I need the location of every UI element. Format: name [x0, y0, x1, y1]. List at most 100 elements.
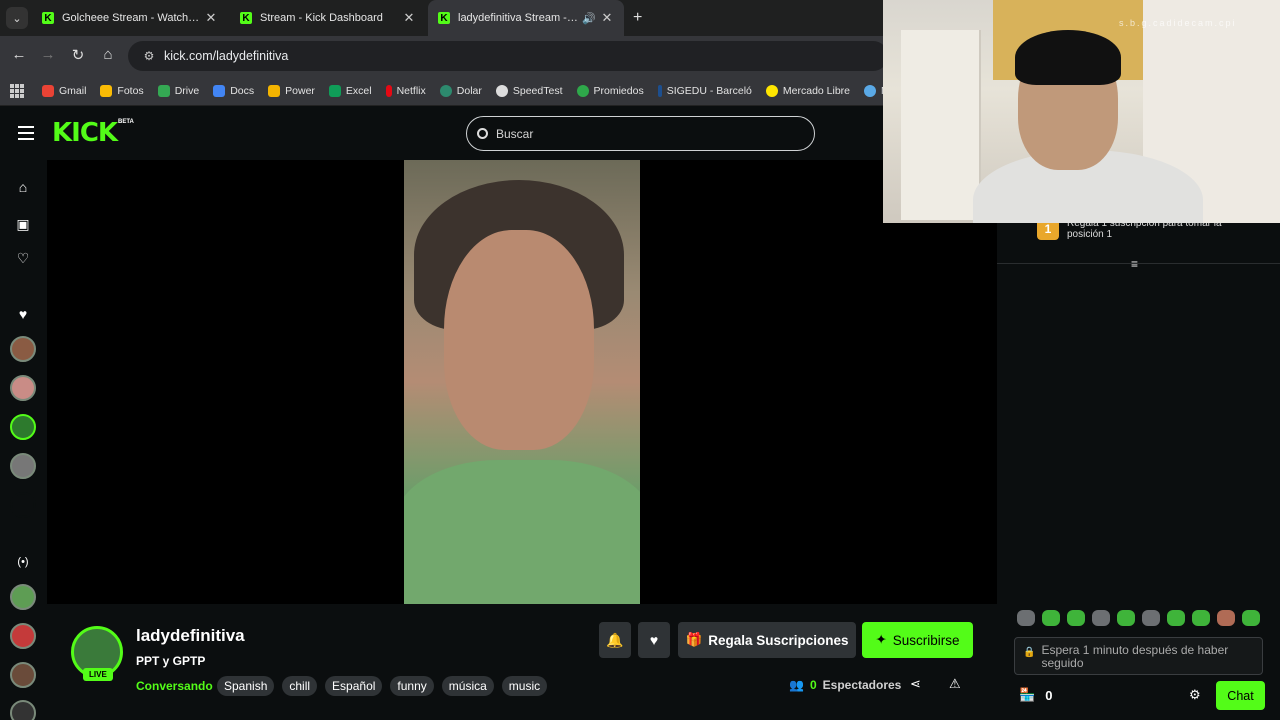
lock-icon: 🔒: [1023, 647, 1036, 658]
live-broadcast-icon[interactable]: (•): [14, 553, 32, 571]
bookmark-fotos[interactable]: Fotos: [100, 84, 144, 97]
close-tab-icon[interactable]: ✕: [600, 10, 614, 26]
bookmark-mercadolibre[interactable]: Mercado Libre: [765, 84, 850, 97]
viewer-count: 👥 0 Espectadores: [789, 678, 901, 692]
emote-icon[interactable]: [1217, 610, 1235, 626]
beta-label: BETA: [118, 119, 134, 125]
speedtest-icon: [495, 84, 508, 97]
bookmark-gmail[interactable]: Gmail: [42, 84, 86, 97]
search-input[interactable]: Buscar: [466, 116, 815, 151]
tag[interactable]: Spanish: [217, 676, 275, 696]
emote-icon[interactable]: [1017, 610, 1035, 626]
webcam-overlay: s.b.g.cadidecam.cpi: [883, 0, 1280, 223]
recommended-channel-avatar[interactable]: [10, 662, 36, 688]
bookmark-drive[interactable]: Drive: [157, 84, 199, 97]
gift-subs-button[interactable]: 🎁 Regala Suscripciones: [678, 622, 856, 658]
new-tab-icon[interactable]: +: [633, 9, 642, 27]
emote-icon[interactable]: [1192, 610, 1210, 626]
browser-tab[interactable]: K Stream - Kick Dashboard ✕: [230, 0, 426, 36]
back-icon[interactable]: ←: [9, 46, 29, 63]
browser-tab[interactable]: K Golcheee Stream - Watch Live on ✕: [32, 0, 228, 36]
channel-name[interactable]: ladydefinitiva: [136, 626, 245, 646]
bookmark-dolar[interactable]: Dolar: [439, 84, 482, 97]
channel-points[interactable]: 🏪 0: [1019, 687, 1052, 703]
dolar-icon: [439, 84, 452, 97]
emote-icon[interactable]: [1067, 610, 1085, 626]
drive-icon: [157, 84, 170, 97]
followed-channel-avatar[interactable]: [10, 414, 36, 440]
send-chat-button[interactable]: Chat: [1216, 681, 1265, 710]
streamer-face: [444, 230, 594, 450]
tag[interactable]: funny: [390, 676, 434, 696]
points-count: 0: [1045, 687, 1053, 703]
home-icon[interactable]: ⌂: [98, 46, 118, 63]
bookmark-excel[interactable]: Excel: [328, 84, 372, 97]
bookmark-power[interactable]: Power: [268, 84, 315, 97]
tag[interactable]: music: [501, 676, 548, 696]
browser-tab-active[interactable]: K ladydefinitiva Stream - Watc 🔊 ✕: [428, 0, 624, 36]
bookmark-netflix[interactable]: Netflix: [385, 84, 426, 97]
recommended-channel-avatar[interactable]: [10, 623, 36, 649]
emote-icon[interactable]: [1092, 610, 1110, 626]
webcam-watermark: s.b.g.cadidecam.cpi: [1119, 18, 1237, 28]
tab-search-menu[interactable]: ⌄: [6, 7, 28, 29]
bookmark-sigedu[interactable]: SIGEDU - Barceló: [657, 84, 752, 97]
viewer-label: Espectadores: [822, 678, 902, 692]
stream-category[interactable]: Conversando: [136, 679, 213, 693]
speaker-icon[interactable]: 🔊: [582, 12, 596, 25]
emote-icon[interactable]: [1042, 610, 1060, 626]
followed-channel-avatar[interactable]: [10, 453, 36, 479]
emote-icon[interactable]: [1167, 610, 1185, 626]
apps-grid-icon[interactable]: [10, 83, 24, 98]
emote-icon[interactable]: [1117, 610, 1135, 626]
store-icon: 🏪: [1019, 687, 1036, 702]
home-icon[interactable]: ⌂: [14, 178, 32, 196]
following-heart-outline-icon[interactable]: ♡: [14, 249, 32, 267]
video-player[interactable]: [47, 160, 997, 604]
emote-icon[interactable]: [1142, 610, 1160, 626]
bookmark-docs[interactable]: Docs: [213, 84, 254, 97]
site-info-icon[interactable]: ⚙: [134, 49, 164, 63]
gift-subs-label: Regala Suscripciones: [708, 632, 849, 648]
following-heart-icon[interactable]: ♥: [14, 305, 32, 323]
mercadolibre-icon: [765, 84, 778, 97]
forward-icon[interactable]: →: [38, 46, 58, 63]
chat-settings-icon[interactable]: ⚙: [1189, 687, 1201, 703]
cabinet: [901, 30, 981, 220]
recommended-channel-avatar[interactable]: [10, 700, 36, 720]
bookmark-speedtest[interactable]: SpeedTest: [495, 84, 563, 97]
followed-channel-avatar[interactable]: [10, 492, 36, 518]
address-bar[interactable]: ⚙ kick.com/ladydefinitiva: [128, 41, 888, 71]
follow-button[interactable]: ♥: [638, 622, 670, 658]
heart-icon: ♥: [649, 632, 659, 648]
subscribe-button[interactable]: ✦ Suscribirse: [862, 622, 973, 658]
search-placeholder: Buscar: [496, 126, 534, 141]
gift-icon: 🎁: [685, 632, 703, 647]
search-icon: [477, 128, 488, 139]
close-tab-icon[interactable]: ✕: [402, 10, 416, 26]
tag[interactable]: chill: [282, 676, 318, 696]
followed-channel-avatar[interactable]: [10, 375, 36, 401]
report-warning-icon[interactable]: ⚠: [949, 676, 961, 692]
kick-logo[interactable]: KICK: [52, 118, 118, 148]
kick-favicon-icon: K: [42, 12, 54, 24]
bookmark-promiedos[interactable]: Promiedos: [576, 84, 644, 97]
share-icon[interactable]: ⋖: [910, 676, 921, 692]
kick-favicon-icon: K: [438, 12, 450, 24]
recommended-channel-avatar[interactable]: [10, 584, 36, 610]
tab-title: Stream - Kick Dashboard: [260, 12, 383, 24]
menu-icon[interactable]: [18, 126, 34, 144]
tab-title: Golcheee Stream - Watch Live on: [62, 12, 200, 24]
gmail-icon: [42, 84, 54, 97]
emote-icon[interactable]: [1242, 610, 1260, 626]
tag[interactable]: Español: [325, 676, 383, 696]
bookmark-icon: [864, 84, 877, 97]
reload-icon[interactable]: ↻: [68, 46, 88, 64]
tag[interactable]: música: [441, 676, 494, 696]
followed-channel-avatar[interactable]: [10, 336, 36, 362]
notification-bell-button[interactable]: 🔔: [599, 622, 631, 658]
close-tab-icon[interactable]: ✕: [204, 10, 218, 26]
chat-input[interactable]: 🔒 Espera 1 minuto después de haber segui…: [1014, 637, 1263, 675]
browse-icon[interactable]: ▣: [14, 215, 32, 233]
left-sidebar: ⌂ ▣ ♡ ♥ (•): [0, 160, 47, 720]
